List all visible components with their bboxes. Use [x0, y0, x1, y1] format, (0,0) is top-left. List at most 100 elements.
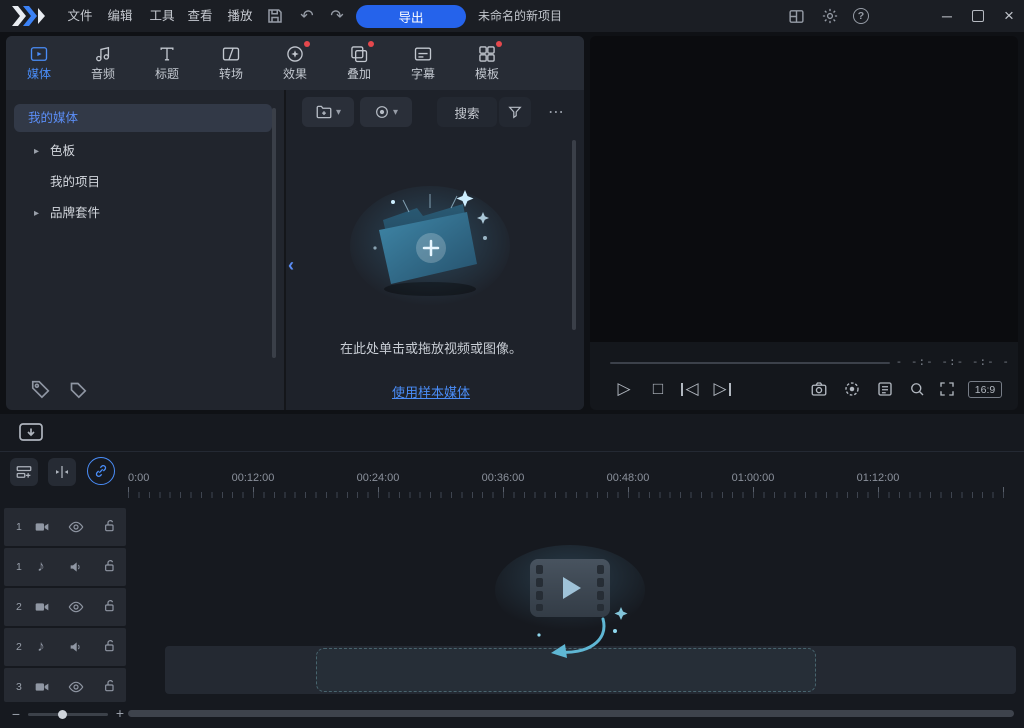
- sidebar-item-color-boards[interactable]: 色板: [50, 144, 75, 159]
- chevron-right-icon[interactable]: ▸: [34, 146, 39, 157]
- next-frame-button[interactable]: ▷: [710, 377, 734, 401]
- manage-tracks-button[interactable]: [10, 458, 38, 486]
- tab-overlays[interactable]: 叠加: [328, 36, 390, 90]
- fullscreen-icon[interactable]: [938, 380, 956, 398]
- redo-icon[interactable]: ↷: [326, 5, 348, 27]
- speaker-icon[interactable]: [68, 639, 84, 655]
- snap-toggle-button[interactable]: [48, 458, 76, 486]
- titles-icon: [157, 44, 177, 64]
- sidebar-scrollbar[interactable]: [272, 108, 276, 358]
- filter-button[interactable]: [499, 97, 531, 127]
- tab-subtitles[interactable]: 字幕: [392, 36, 454, 90]
- tab-effects[interactable]: 效果: [264, 36, 326, 90]
- lock-open-icon[interactable]: [102, 678, 118, 694]
- tag-outline-icon[interactable]: [66, 378, 88, 400]
- tab-audio[interactable]: 音频: [72, 36, 134, 90]
- frame-bar: [729, 383, 731, 396]
- layout-icon[interactable]: [788, 8, 805, 25]
- zoom-out-button[interactable]: −: [8, 706, 24, 722]
- tab-transitions[interactable]: 转场: [200, 36, 262, 90]
- aspect-ratio-button[interactable]: 16:9: [968, 381, 1002, 398]
- track-header-audio-1[interactable]: 1 ♪: [4, 548, 126, 586]
- tag-icon[interactable]: [30, 378, 52, 400]
- close-button[interactable]: ×: [999, 6, 1019, 26]
- render-preview-icon[interactable]: [843, 380, 861, 398]
- menu-file[interactable]: 文件: [58, 0, 102, 32]
- stop-button[interactable]: □: [646, 377, 670, 401]
- media-scrollbar[interactable]: [572, 140, 576, 330]
- chevron-right-icon[interactable]: ▸: [34, 208, 39, 219]
- record-button[interactable]: ▾: [360, 97, 412, 127]
- lock-open-icon[interactable]: [102, 598, 118, 614]
- speaker-icon[interactable]: [68, 559, 84, 575]
- frame-bar: [681, 383, 683, 396]
- tab-label: 转场: [219, 68, 243, 81]
- sidebar-item-brand-kit[interactable]: 品牌套件: [50, 206, 100, 221]
- import-media-button[interactable]: ▾: [302, 97, 354, 127]
- ruler-label: 00:48:00: [607, 472, 650, 484]
- lock-open-icon[interactable]: [102, 518, 118, 534]
- collapse-panel-handle[interactable]: ‹: [284, 250, 298, 280]
- menu-view[interactable]: 查看: [178, 0, 222, 32]
- media-icon: [29, 44, 49, 64]
- track-number: 3: [16, 681, 22, 693]
- more-options-button[interactable]: ⋯: [542, 97, 570, 127]
- timecode-display: - -:- -:- -:- -: [880, 355, 1010, 368]
- drag-media-illustration: [475, 545, 655, 675]
- titlebar: 文件 编辑 工具 查看 播放 ↶ ↷ 导出 未命名的新项目 ? ─ ×: [0, 0, 1024, 32]
- menu-edit[interactable]: 编辑: [98, 0, 142, 32]
- empty-folder-illustration[interactable]: [345, 168, 515, 318]
- chevron-down-icon: ▾: [393, 107, 398, 118]
- tab-templates[interactable]: 模板: [456, 36, 518, 90]
- settings-gear-icon[interactable]: [821, 7, 839, 25]
- music-note-icon: ♪: [32, 557, 50, 575]
- help-icon[interactable]: ?: [853, 8, 869, 24]
- previous-frame-button[interactable]: ◁: [678, 377, 702, 401]
- menu-play[interactable]: 播放: [218, 0, 262, 32]
- track-header-video-2[interactable]: 2: [4, 588, 126, 626]
- play-button[interactable]: ▷: [612, 377, 636, 401]
- track-header-video-3[interactable]: 3: [4, 668, 126, 702]
- maximize-button[interactable]: [972, 10, 984, 22]
- tab-label: 音频: [91, 68, 115, 81]
- tab-media[interactable]: 媒体: [8, 36, 70, 90]
- track-number: 1: [16, 561, 22, 573]
- sidebar-item-my-projects[interactable]: 我的项目: [50, 175, 100, 190]
- eye-visibility-icon[interactable]: [68, 519, 84, 535]
- video-track-icon: [34, 599, 50, 615]
- project-name: 未命名的新项目: [478, 9, 562, 23]
- track-header-audio-2[interactable]: 2 ♪: [4, 628, 126, 666]
- preview-viewer[interactable]: [590, 36, 1018, 342]
- link-toggle-button[interactable]: [87, 457, 115, 485]
- timeline-horizontal-scrollbar[interactable]: [128, 710, 1014, 717]
- lock-open-icon[interactable]: [102, 558, 118, 574]
- search-button[interactable]: 搜索: [437, 97, 497, 127]
- zoom-in-button[interactable]: +: [112, 705, 128, 721]
- track-header-video-1[interactable]: 1: [4, 508, 126, 546]
- tab-titles[interactable]: 标题: [136, 36, 198, 90]
- timeline-display-icon[interactable]: [18, 421, 44, 445]
- video-track-icon: [34, 679, 50, 695]
- eye-visibility-icon[interactable]: [68, 679, 84, 695]
- ruler-label: 01:12:00: [857, 472, 900, 484]
- snapshot-camera-icon[interactable]: [810, 380, 828, 398]
- timeline-ruler-minor: [128, 492, 1012, 498]
- sidebar-item-my-media-label[interactable]: 我的媒体: [28, 111, 78, 126]
- save-icon[interactable]: [266, 7, 284, 25]
- track-number: 2: [16, 641, 22, 653]
- new-badge: [496, 41, 502, 47]
- markers-list-icon[interactable]: [876, 380, 894, 398]
- timeline-zoom-slider[interactable]: [28, 713, 108, 716]
- zoom-fit-icon[interactable]: [908, 380, 926, 398]
- tab-label: 叠加: [347, 68, 371, 81]
- zoom-slider-handle[interactable]: [58, 710, 67, 719]
- use-sample-media-link[interactable]: 使用样本媒体: [286, 382, 576, 401]
- seek-bar[interactable]: [610, 362, 890, 364]
- minimize-button[interactable]: ─: [938, 7, 956, 25]
- export-button[interactable]: 导出: [356, 5, 466, 28]
- undo-icon[interactable]: ↶: [296, 5, 318, 27]
- eye-visibility-icon[interactable]: [68, 599, 84, 615]
- audio-icon: [93, 44, 113, 64]
- lock-open-icon[interactable]: [102, 638, 118, 654]
- overlays-icon: [349, 44, 369, 64]
